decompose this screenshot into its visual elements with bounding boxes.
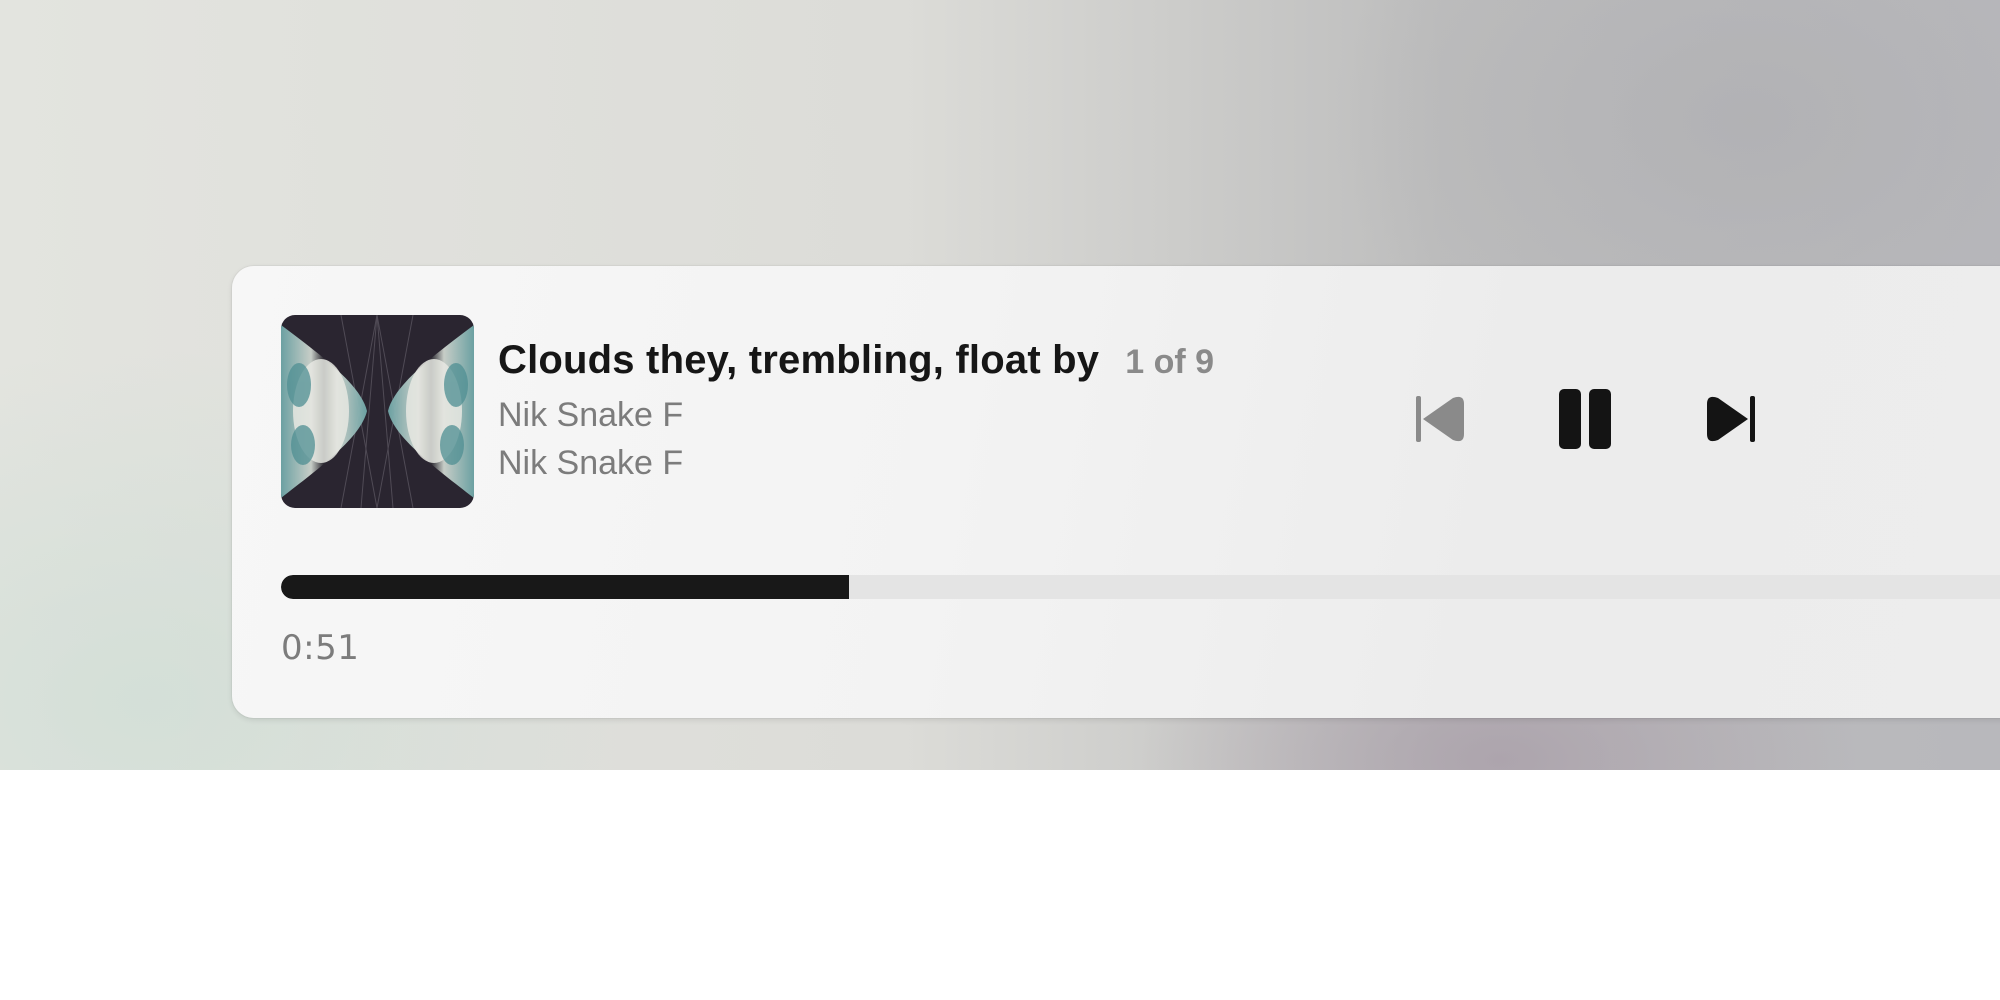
track-album: Nik Snake F [498, 444, 684, 482]
track-title-row: Clouds they, trembling, float by 1 of 9 [498, 338, 1214, 383]
progress-fill [281, 575, 850, 599]
previous-button[interactable] [1406, 384, 1476, 454]
skip-previous-icon [1416, 396, 1464, 442]
next-button[interactable] [1695, 384, 1765, 454]
skip-next-icon [1707, 396, 1755, 442]
album-artwork [281, 315, 474, 508]
pause-icon [1559, 389, 1611, 449]
now-playing-card: Clouds they, trembling, float by 1 of 9 … [232, 266, 2000, 718]
track-title: Clouds they, trembling, float by [498, 338, 1100, 382]
pause-button[interactable] [1550, 384, 1620, 454]
elapsed-time: 0:51 [281, 628, 360, 668]
track-position: 1 of 9 [1125, 343, 1215, 381]
progress-bar[interactable] [281, 575, 2000, 599]
track-artist: Nik Snake F [498, 396, 684, 434]
